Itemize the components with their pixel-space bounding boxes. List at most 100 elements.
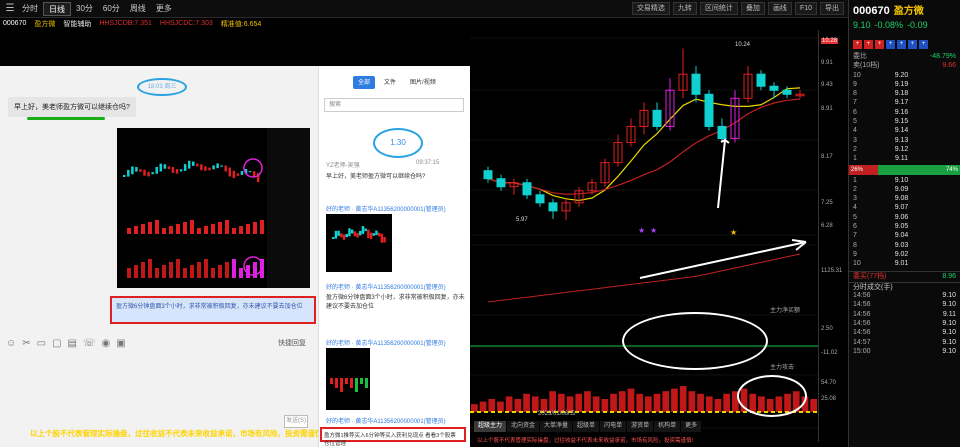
scissors-icon[interactable]: ✂ <box>22 338 30 349</box>
sell-level-row[interactable]: 4 9.14 <box>849 126 960 135</box>
sell-level-row[interactable]: 6 9.16 <box>849 108 960 117</box>
sell-level-row[interactable]: 2 9.12 <box>849 145 960 154</box>
toolbar-btn-1[interactable]: 九转 <box>672 2 697 15</box>
doc-icon[interactable]: ▤ <box>68 338 77 349</box>
bottom-tab-6[interactable]: 机构单 <box>654 421 681 432</box>
bottom-tab-5[interactable]: 游资单 <box>627 421 654 432</box>
mini-flow-bar <box>239 226 243 234</box>
bottom-tab-4[interactable]: 闪电单 <box>600 421 627 432</box>
quote-panel: 000670 盈方微 9.10 -0.08% -0.09 + + + + + + + 委比 … <box>848 0 960 447</box>
bottom-tab-1[interactable]: 北向资金 <box>507 421 540 432</box>
history-icon[interactable]: ▣ <box>116 338 125 349</box>
candle-body <box>496 178 506 188</box>
toolbar-btn-0[interactable]: 交易精选 <box>631 2 670 15</box>
sell-button-4[interactable]: + <box>919 40 928 49</box>
toolbar-btn-2[interactable]: 区间统计 <box>699 2 738 15</box>
screenshot-icon[interactable]: ▢ <box>52 338 61 349</box>
mini-candle <box>147 171 150 177</box>
emoji-icon[interactable]: ☺ <box>6 338 16 349</box>
weibi-row: 委比 -48.79% <box>853 53 956 60</box>
history-sender-0: YZ老师-吴强 <box>326 163 360 169</box>
period-tab-5[interactable]: 更多 <box>151 2 177 16</box>
buy-level-row[interactable]: 9 9.02 <box>849 250 960 259</box>
candle-body <box>522 182 532 196</box>
buy-button-2[interactable]: + <box>864 40 873 49</box>
toolbar-btn-6[interactable]: 导出 <box>820 2 844 15</box>
folder-icon[interactable]: ▭ <box>37 338 46 349</box>
sell-button-3[interactable]: + <box>908 40 917 49</box>
buy-level-row[interactable]: 10 9.01 <box>849 259 960 268</box>
bottom-tab-2[interactable]: 大单净量 <box>540 421 573 432</box>
menu-icon[interactable]: ☰ <box>3 2 17 16</box>
toolbar-btn-3[interactable]: 叠加 <box>740 2 765 15</box>
history-search-input[interactable]: 搜索 <box>324 98 464 112</box>
period-tab-0[interactable]: 分时 <box>17 2 43 16</box>
sell-level-row[interactable]: 8 9.18 <box>849 89 960 98</box>
mini-candle <box>224 165 227 172</box>
mini-candle <box>212 165 215 170</box>
history-sender-1[interactable]: 好的老师 · 黄志华A11356200000001(管理员) <box>326 204 466 213</box>
tick-time: 15:00 <box>853 347 871 355</box>
mini-flow-bar <box>218 222 222 234</box>
attack-bar <box>601 399 609 412</box>
attack-bar <box>645 396 652 412</box>
buy-button-1[interactable]: + <box>853 40 862 49</box>
sell-level-volume <box>936 108 956 117</box>
mini-attack-bar <box>239 268 243 278</box>
history-thumb-1[interactable] <box>326 214 392 272</box>
sell-level-row[interactable]: 7 9.17 <box>849 98 960 107</box>
buy-level-row[interactable]: 6 9.05 <box>849 222 960 231</box>
mini-candle <box>369 232 373 240</box>
mini-candle <box>123 175 126 177</box>
buy-level-price: 9.01 <box>894 260 909 268</box>
toolbar-btn-5[interactable]: F10 <box>794 2 817 15</box>
buy-button-3[interactable]: + <box>875 40 884 49</box>
bottom-tab-3[interactable]: 超级单 <box>573 421 600 432</box>
buy-level-row[interactable]: 1 9.10 <box>849 176 960 185</box>
history-tab-2[interactable]: 图片/视频 <box>405 76 441 89</box>
mini-candle <box>345 233 348 238</box>
mini-candle <box>135 167 138 172</box>
send-button[interactable]: 发送(S) <box>284 415 308 428</box>
sell-level-row[interactable]: 5 9.15 <box>849 117 960 126</box>
buy-level-row[interactable]: 3 9.08 <box>849 194 960 203</box>
history-sender-4[interactable]: 好的老师 · 黄志华A11356200000001(管理员) <box>326 416 466 425</box>
history-sender-3[interactable]: 好的老师 · 黄志华A11356200000001(管理员) <box>326 338 466 347</box>
sell-level-level: 1 <box>853 155 857 163</box>
camera-icon[interactable]: ◉ <box>101 338 110 349</box>
buy-level-row[interactable]: 4 9.07 <box>849 203 960 212</box>
history-sender-2[interactable]: 好的老师 · 黄志华A11356200000001(管理员) <box>326 282 466 291</box>
quick-reply-button[interactable]: 快捷回复 <box>278 338 306 348</box>
history-tab-1[interactable]: 文件 <box>379 76 401 89</box>
period-tab-1[interactable]: 日线 <box>43 1 71 16</box>
phone-icon[interactable]: ☏ <box>83 338 96 349</box>
toolbar-btn-4[interactable]: 画线 <box>767 2 792 15</box>
period-tab-4[interactable]: 周线 <box>125 2 151 16</box>
sell-level-row[interactable]: 3 9.13 <box>849 136 960 145</box>
sell-level-level: 9 <box>853 80 857 88</box>
sell-button-1[interactable]: + <box>886 40 895 49</box>
bottom-tab-7[interactable]: 更多 <box>681 421 702 432</box>
mini-attack-bar <box>197 262 201 278</box>
period-tab-2[interactable]: 30分 <box>71 2 98 16</box>
buy-level-row[interactable]: 7 9.04 <box>849 231 960 240</box>
chart-screenshot-thumbnail[interactable] <box>117 128 310 288</box>
buy-level-row[interactable]: 5 9.06 <box>849 213 960 222</box>
mini-candle <box>372 233 375 236</box>
tick-price: 9.10 <box>942 301 956 309</box>
tick-time: 14:56 <box>853 310 871 318</box>
buy-level-row[interactable]: 2 9.09 <box>849 185 960 194</box>
sell-level-row[interactable]: 1 9.11 <box>849 154 960 163</box>
buy-level-row[interactable]: 8 9.03 <box>849 241 960 250</box>
history-thumb-3[interactable] <box>326 348 370 410</box>
mini-candle <box>340 233 343 238</box>
sell-button-2[interactable]: + <box>897 40 906 49</box>
buy-level-level: 6 <box>853 223 857 231</box>
sell-level-row[interactable]: 9 9.19 <box>849 80 960 89</box>
history-tab-0[interactable]: 全部 <box>353 76 376 89</box>
bottom-tab-0[interactable]: 超级主力 <box>474 421 507 432</box>
mini-candle <box>187 160 191 169</box>
period-tab-3[interactable]: 60分 <box>98 2 125 16</box>
buy-level-level: 7 <box>853 232 857 240</box>
sell-level-row[interactable]: 10 9.20 <box>849 71 960 80</box>
